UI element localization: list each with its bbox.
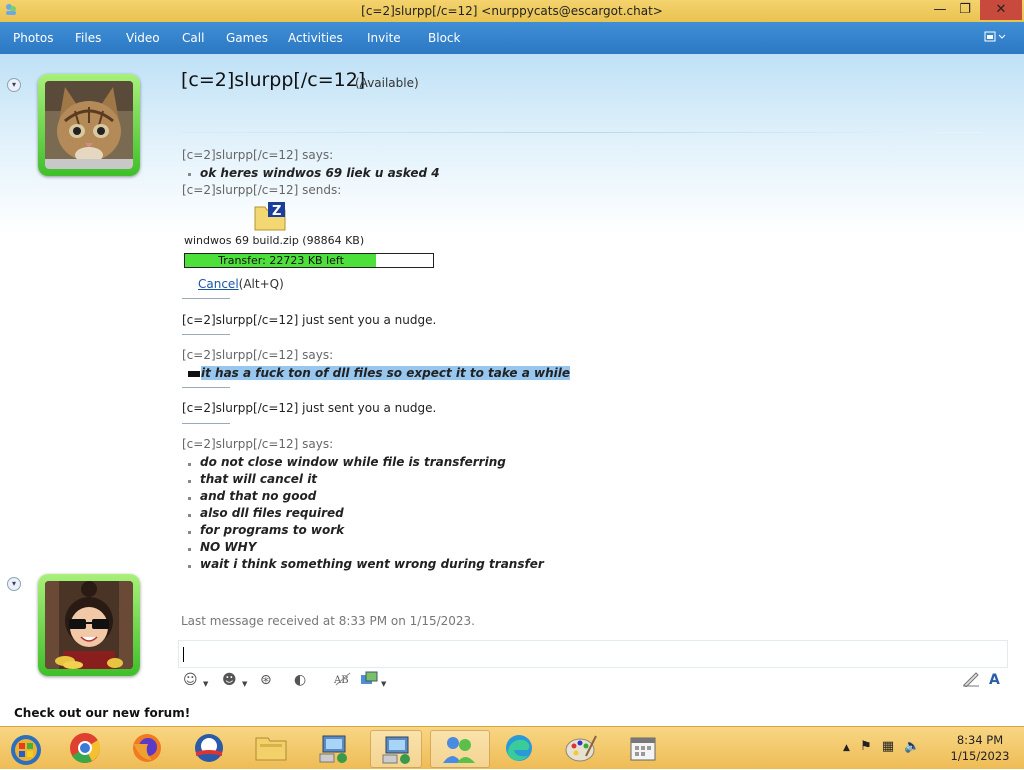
layout-menu-icon[interactable] [984, 30, 1014, 46]
separator [182, 423, 230, 424]
transfer-progress-bar: Transfer: 22723 KB left [184, 253, 434, 268]
menu-invite[interactable]: Invite [367, 31, 401, 45]
file-explorer-icon[interactable] [246, 730, 296, 766]
menu-block[interactable]: Block [428, 31, 460, 45]
maximize-button[interactable]: ❐ [955, 0, 975, 20]
window-title: [c=2]slurpp[/c=12] <nurppycats@escargot.… [361, 4, 663, 18]
cancel-row: Cancel(Alt+Q) [198, 277, 284, 291]
bullet [188, 463, 191, 466]
cat-picture [45, 81, 133, 169]
obama-logo-icon[interactable] [184, 730, 234, 766]
separator [182, 298, 230, 299]
system-tray: ▲ ⚑ ▦ 🔈 [843, 739, 920, 754]
separator [182, 334, 230, 335]
bullet [188, 514, 191, 517]
bullet [188, 565, 191, 568]
emoticon-dropdown-icon[interactable]: ▼ [203, 675, 208, 693]
chrome-icon[interactable] [60, 730, 110, 766]
menu-call[interactable]: Call [182, 31, 204, 45]
flag-icon[interactable]: ⚑ [860, 739, 872, 754]
edge-icon[interactable] [494, 730, 544, 766]
message: also dll files required [200, 506, 344, 520]
close-button[interactable]: ✕ [980, 0, 1022, 20]
compose-toolbar: ☺ ▼ ☻ ▼ ⊛ ◐ AB ▼ A [178, 668, 1006, 694]
sender-line: [c=2]slurpp[/c=12] says: [182, 437, 334, 451]
handwriting-icon[interactable] [962, 671, 980, 689]
nudge-icon[interactable]: ⊛ [260, 671, 272, 689]
bullet [188, 173, 191, 176]
conversation-window [0, 54, 1024, 726]
sender-line: [c=2]slurpp[/c=12] says: [182, 348, 334, 362]
system-clock[interactable]: 8:34 PM 1/15/2023 [944, 732, 1016, 764]
highlighted-message: it has a fuck ton of dll files so expect… [188, 366, 571, 380]
last-message-status: Last message received at 8:33 PM on 1/15… [181, 614, 475, 628]
background-dropdown-icon[interactable]: ▼ [381, 675, 386, 693]
bullet [188, 497, 191, 500]
collapse-self-icon[interactable]: ▾ [7, 577, 21, 591]
cancel-link[interactable]: Cancel [198, 277, 239, 291]
start-button[interactable] [2, 730, 50, 766]
clock-date: 1/15/2023 [950, 749, 1010, 763]
minimize-button[interactable]: — [930, 0, 950, 20]
separator [182, 387, 230, 388]
text-caret [183, 647, 184, 662]
network-computer-icon-2[interactable] [370, 730, 422, 768]
file-name: windwos 69 build.zip (98864 KB) [184, 234, 365, 247]
menu-files[interactable]: Files [75, 31, 101, 45]
wink-dropdown-icon[interactable]: ▼ [242, 675, 247, 693]
message: wait i think something went wrong during… [200, 557, 544, 571]
contact-name: [c=2]slurpp[/c=12] [181, 69, 366, 91]
sender-line: [c=2]slurpp[/c=12] says: [182, 148, 334, 162]
message: for programs to work [200, 523, 345, 537]
collapse-contact-icon[interactable]: ▾ [7, 78, 21, 92]
network-icon[interactable]: ▦ [882, 739, 894, 754]
bullet [188, 548, 191, 551]
menu-bar: Photos Files Video Call Games Activities… [0, 22, 1024, 54]
bullet [188, 531, 191, 534]
firefox-icon[interactable] [122, 730, 172, 766]
title-bar: [c=2]slurpp[/c=12] <nurppycats@escargot.… [0, 0, 1024, 22]
menu-photos[interactable]: Photos [13, 31, 53, 45]
emoticon-icon[interactable]: ☺ [183, 671, 198, 689]
font-icon[interactable]: A [989, 671, 1000, 689]
font-style-icon[interactable]: AB [333, 671, 352, 689]
message: that will cancel it [200, 472, 318, 486]
calendar-app-icon[interactable] [618, 730, 668, 766]
contact-status: (Available) [355, 76, 419, 90]
message: NO WHY [200, 540, 257, 554]
message: and that no good [200, 489, 317, 503]
show-hidden-icons-icon[interactable]: ▲ [843, 743, 850, 753]
volume-icon[interactable]: 🔈 [904, 739, 920, 754]
cartoon-picture [45, 581, 133, 669]
nudge-line: [c=2]slurpp[/c=12] just sent you a nudge… [182, 401, 437, 415]
nudge-line: [c=2]slurpp[/c=12] just sent you a nudge… [182, 313, 437, 327]
message: it has a fuck ton of dll files so expect… [201, 366, 571, 380]
own-avatar[interactable] [38, 574, 140, 676]
message: ok heres windwos 69 liek u asked 4 [200, 166, 440, 180]
wink-icon[interactable]: ☻ [222, 671, 237, 689]
forum-link[interactable]: Check out our new forum! [14, 706, 190, 720]
taskbar: ▲ ⚑ ▦ 🔈 8:34 PM 1/15/2023 [0, 726, 1024, 769]
header-divider [181, 132, 981, 133]
network-computer-icon[interactable] [308, 730, 358, 766]
selection-marker [188, 370, 200, 377]
voice-clip-icon[interactable]: ◐ [294, 671, 306, 689]
cancel-shortcut: (Alt+Q) [238, 277, 284, 291]
transfer-label: Transfer: 22723 KB left [218, 254, 344, 267]
message: do not close window while file is transf… [200, 455, 506, 469]
menu-activities[interactable]: Activities [288, 31, 343, 45]
zip-file-icon[interactable]: Z [254, 201, 286, 231]
bullet [188, 480, 191, 483]
paint-icon[interactable] [556, 730, 606, 766]
contact-avatar[interactable] [38, 74, 140, 176]
zip-letter: Z [272, 204, 281, 219]
menu-video[interactable]: Video [126, 31, 160, 45]
clock-time: 8:34 PM [956, 733, 1004, 747]
menu-games[interactable]: Games [226, 31, 268, 45]
messenger-taskbar-icon[interactable] [430, 730, 490, 768]
sender-line: [c=2]slurpp[/c=12] sends: [182, 183, 342, 197]
message-input[interactable] [178, 640, 1008, 668]
background-icon[interactable] [360, 671, 378, 689]
